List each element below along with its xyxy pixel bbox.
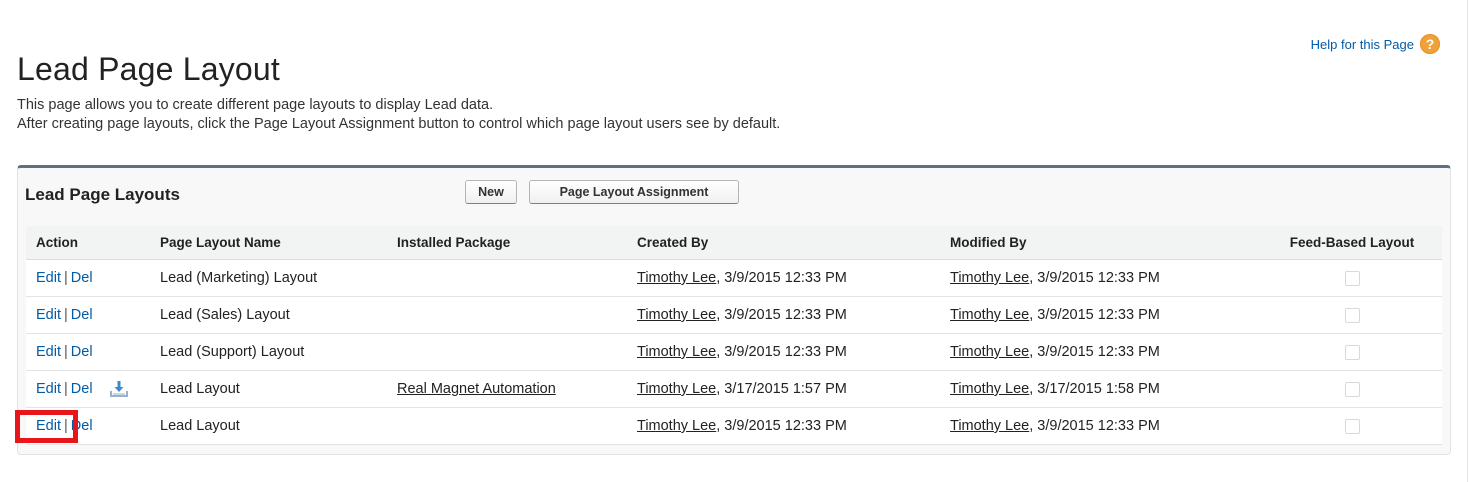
feed-based-cell (1262, 259, 1442, 297)
edit-link[interactable]: Edit (36, 344, 61, 360)
delete-link[interactable]: Del (71, 270, 93, 286)
help-link[interactable]: Help for this Page (1311, 37, 1414, 52)
action-separator: | (64, 344, 68, 360)
edit-link[interactable]: Edit (36, 307, 61, 323)
action-cell: Edit | Del (26, 407, 150, 445)
page-description: This page allows you to create different… (17, 96, 780, 134)
feed-based-checkbox (1344, 307, 1360, 323)
layouts-table: Action Page Layout Name Installed Packag… (26, 226, 1442, 445)
layout-name: Lead (Marketing) Layout (150, 259, 387, 297)
modified-by-user-link[interactable]: Timothy Lee (950, 381, 1029, 397)
column-header-installed-package: Installed Package (387, 226, 627, 260)
modified-by: Timothy Lee, 3/9/2015 12:33 PM (940, 333, 1262, 371)
table-row: Edit | Del Lead (Marketing) Layout Timothy… (26, 259, 1442, 297)
layout-name: Lead (Support) Layout (150, 333, 387, 371)
modified-date: , 3/9/2015 12:33 PM (1029, 418, 1160, 434)
description-line-2: After creating page layouts, click the P… (17, 116, 781, 132)
description-line-1: This page allows you to create different… (17, 97, 494, 113)
layout-name: Lead Layout (150, 370, 387, 408)
action-cell: Edit | Del (26, 296, 150, 334)
table-row: Edit | Del Lead Layout Timothy Lee, 3/9/20… (26, 407, 1442, 445)
panel-title: Lead Page Layouts (25, 185, 180, 204)
edit-link[interactable]: Edit (36, 270, 61, 286)
layout-name: Lead Layout (150, 407, 387, 445)
created-by: Timothy Lee, 3/9/2015 12:33 PM (627, 333, 940, 371)
modified-by: Timothy Lee, 3/17/2015 1:58 PM (940, 370, 1262, 408)
modified-date: , 3/9/2015 12:33 PM (1029, 270, 1160, 286)
page-layout-assignment-button[interactable]: Page Layout Assignment (529, 180, 739, 204)
installed-package (387, 407, 627, 445)
delete-link[interactable]: Del (71, 381, 93, 397)
feed-based-checkbox (1344, 270, 1360, 286)
modified-by-user-link[interactable]: Timothy Lee (950, 270, 1029, 286)
created-date: , 3/9/2015 12:33 PM (716, 270, 847, 286)
action-cell: Edit | Del (26, 333, 150, 371)
action-separator: | (64, 307, 68, 323)
table-row: Edit | Del Lead Layout Real Magnet Automat… (26, 370, 1442, 408)
modified-by: Timothy Lee, 3/9/2015 12:33 PM (940, 407, 1262, 445)
column-header-feed-based-layout: Feed-Based Layout (1262, 226, 1442, 260)
created-by-user-link[interactable]: Timothy Lee (637, 307, 716, 323)
action-cell: Edit | Del (26, 259, 150, 297)
new-button[interactable]: New (465, 180, 517, 204)
created-date: , 3/9/2015 12:33 PM (716, 307, 847, 323)
installed-package (387, 296, 627, 334)
column-header-page-layout-name: Page Layout Name (150, 226, 387, 260)
column-header-modified-by: Modified By (940, 226, 1262, 260)
table-row: Edit | Del Lead (Support) Layout Timothy L… (26, 333, 1442, 371)
delete-link[interactable]: Del (71, 418, 93, 434)
modified-by-user-link[interactable]: Timothy Lee (950, 344, 1029, 360)
edit-link[interactable]: Edit (36, 381, 61, 397)
created-by: Timothy Lee, 3/9/2015 12:33 PM (627, 407, 940, 445)
installed-package-link[interactable]: Real Magnet Automation (397, 381, 556, 397)
action-cell: Edit | Del (26, 370, 150, 408)
feed-based-cell (1262, 333, 1442, 371)
modified-by: Timothy Lee, 3/9/2015 12:33 PM (940, 259, 1262, 297)
created-by: Timothy Lee, 3/9/2015 12:33 PM (627, 296, 940, 334)
help-link-group[interactable]: Help for this Page ? (1311, 34, 1440, 54)
modified-date: , 3/9/2015 12:33 PM (1029, 307, 1160, 323)
feed-based-checkbox (1344, 418, 1360, 434)
modified-by: Timothy Lee, 3/9/2015 12:33 PM (940, 296, 1262, 334)
feed-based-checkbox (1344, 344, 1360, 360)
column-header-action: Action (26, 226, 150, 260)
created-by-user-link[interactable]: Timothy Lee (637, 344, 716, 360)
feed-based-cell (1262, 370, 1442, 408)
modified-date: , 3/9/2015 12:33 PM (1029, 344, 1160, 360)
modified-date: , 3/17/2015 1:58 PM (1029, 381, 1160, 397)
delete-link[interactable]: Del (71, 344, 93, 360)
column-header-created-by: Created By (627, 226, 940, 260)
edit-link[interactable]: Edit (36, 418, 61, 434)
delete-link[interactable]: Del (71, 307, 93, 323)
feed-based-checkbox (1344, 381, 1360, 397)
right-divider (1467, 0, 1468, 482)
created-by-user-link[interactable]: Timothy Lee (637, 418, 716, 434)
created-by: Timothy Lee, 3/9/2015 12:33 PM (627, 259, 940, 297)
created-date: , 3/9/2015 12:33 PM (716, 344, 847, 360)
table-header-row: Action Page Layout Name Installed Packag… (26, 226, 1442, 260)
installed-package (387, 259, 627, 297)
package-download-icon (109, 381, 128, 397)
help-icon[interactable]: ? (1420, 34, 1440, 54)
created-by: Timothy Lee, 3/17/2015 1:57 PM (627, 370, 940, 408)
feed-based-cell (1262, 407, 1442, 445)
action-separator: | (64, 270, 68, 286)
layout-name: Lead (Sales) Layout (150, 296, 387, 334)
created-by-user-link[interactable]: Timothy Lee (637, 381, 716, 397)
page-title: Lead Page Layout (17, 51, 280, 88)
action-separator: | (64, 418, 68, 434)
lead-page-layouts-panel: Lead Page Layouts New Page Layout Assign… (17, 165, 1451, 455)
created-date: , 3/9/2015 12:33 PM (716, 418, 847, 434)
modified-by-user-link[interactable]: Timothy Lee (950, 418, 1029, 434)
created-by-user-link[interactable]: Timothy Lee (637, 270, 716, 286)
action-separator: | (64, 380, 68, 397)
feed-based-cell (1262, 296, 1442, 334)
installed-package (387, 333, 627, 371)
installed-package: Real Magnet Automation (387, 370, 627, 408)
created-date: , 3/17/2015 1:57 PM (716, 381, 847, 397)
table-row: Edit | Del Lead (Sales) Layout Timothy Lee… (26, 296, 1442, 334)
modified-by-user-link[interactable]: Timothy Lee (950, 307, 1029, 323)
